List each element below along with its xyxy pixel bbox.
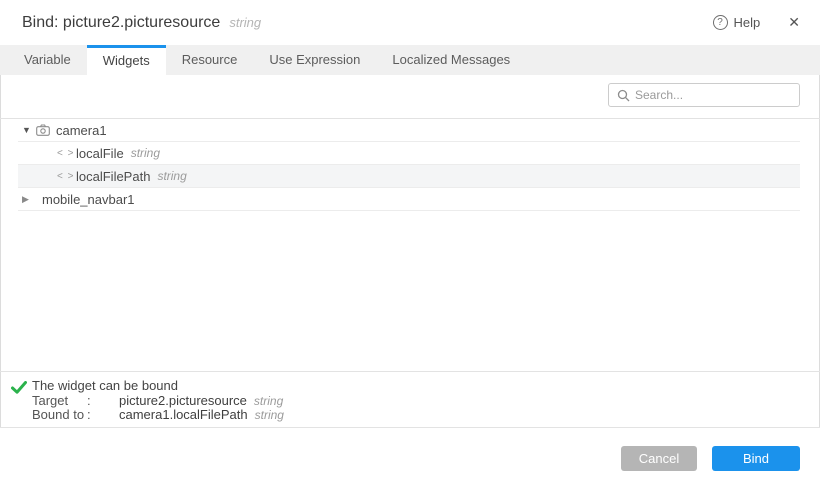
tab-widgets[interactable]: Widgets: [87, 45, 166, 75]
code-icon: < >: [57, 171, 72, 182]
tree-row-localfile[interactable]: < > localFile string: [18, 142, 800, 165]
dialog-title-type: string: [229, 15, 261, 30]
status-boundto-type: string: [255, 408, 284, 422]
status-message: The widget can be bound: [32, 379, 820, 394]
check-icon: [11, 381, 27, 399]
status-text: The widget can be bound Target : picture…: [32, 379, 820, 423]
status-target-row: Target : picture2.picturesourcestring: [32, 394, 820, 409]
status-boundto-value: camera1.localFilePathstring: [119, 408, 820, 423]
tab-resource[interactable]: Resource: [166, 45, 254, 75]
chevron-down-icon[interactable]: ▼: [22, 125, 34, 135]
bind-dialog: Bind: picture2.picturesourcestring ? Hel…: [0, 0, 820, 485]
status-boundto-label: Bound to: [32, 408, 87, 423]
status-target-value: picture2.picturesourcestring: [119, 394, 820, 409]
chevron-right-icon[interactable]: ▶: [22, 194, 34, 205]
status-panel: The widget can be bound Target : picture…: [0, 371, 820, 428]
tab-variable[interactable]: Variable: [8, 45, 87, 75]
dialog-footer: Cancel Bind: [0, 428, 820, 485]
tab-use-expression[interactable]: Use Expression: [253, 45, 376, 75]
status-boundto-row: Bound to : camera1.localFilePathstring: [32, 408, 820, 423]
dialog-title-wrap: Bind: picture2.picturesource string: [22, 14, 261, 32]
search-input[interactable]: [609, 84, 799, 106]
header-actions: ? Help ✕: [713, 14, 800, 31]
help-button[interactable]: ? Help: [713, 15, 761, 30]
tree-row-label: localFilePath: [76, 169, 150, 184]
dialog-header: Bind: picture2.picturesource string ? Hel…: [0, 0, 820, 45]
search-icon: [617, 89, 630, 102]
dialog-title: Bind: picture2.picturesource: [22, 14, 220, 31]
tree-row-type: string: [157, 169, 186, 183]
bind-button[interactable]: Bind: [712, 446, 800, 471]
status-boundto-separator: :: [87, 408, 119, 423]
tab-bar: Variable Widgets Resource Use Expression…: [0, 45, 820, 75]
tree-row-label: mobile_navbar1: [42, 192, 135, 207]
help-icon: ?: [713, 15, 728, 30]
status-target-separator: :: [87, 394, 119, 409]
tree-row-type: string: [131, 146, 160, 160]
tree-row-label: camera1: [56, 123, 107, 138]
camera-icon: [36, 124, 52, 136]
help-label: Help: [734, 15, 761, 30]
tree-row-camera1[interactable]: ▼ camera1: [18, 119, 800, 142]
tree-row-mobile-navbar1[interactable]: ▶ mobile_navbar1: [18, 188, 800, 211]
tree-row-label: localFile: [76, 146, 124, 161]
tree-row-localfilepath[interactable]: < > localFilePath string: [18, 165, 800, 188]
search-box[interactable]: [608, 83, 800, 107]
tab-localized-messages[interactable]: Localized Messages: [376, 45, 526, 75]
status-target-label: Target: [32, 394, 87, 409]
code-icon: < >: [57, 148, 72, 159]
widget-tree: ▼ camera1 < > localFile string < > local…: [18, 119, 800, 211]
cancel-button[interactable]: Cancel: [621, 446, 697, 471]
close-icon[interactable]: ✕: [788, 14, 800, 31]
status-target-type: string: [254, 394, 283, 408]
